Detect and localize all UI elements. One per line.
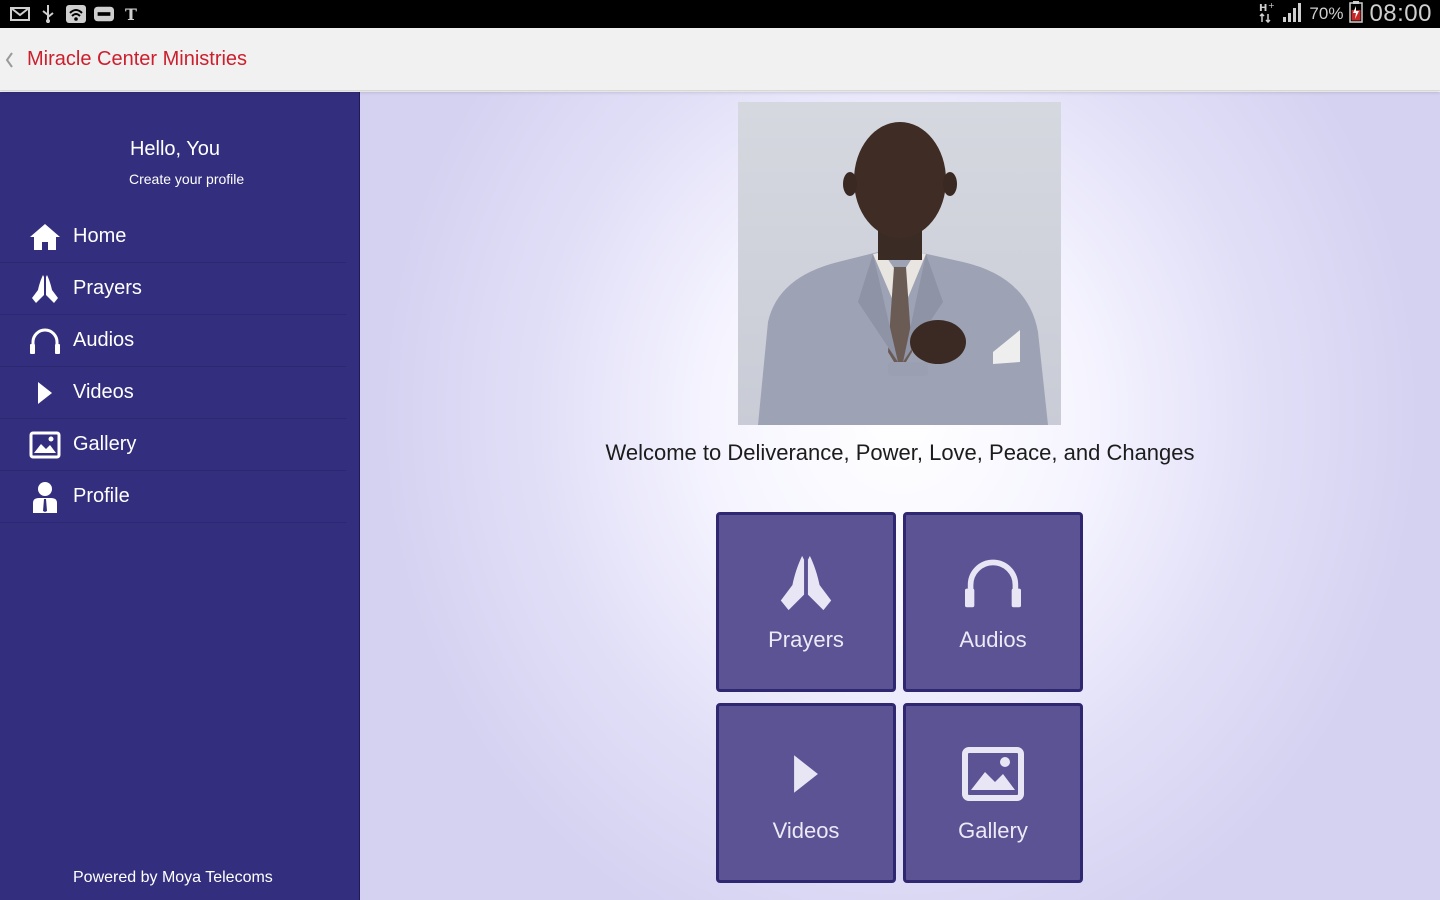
main-content: Welcome to Deliverance, Power, Love, Pea… [360, 92, 1440, 900]
network-type-icon: H + [1259, 1, 1275, 28]
battery-percent: 70% [1309, 4, 1344, 23]
tile-videos-button[interactable]: Videos [716, 703, 896, 883]
drawer-item-audios[interactable]: Audios [0, 315, 346, 367]
headphones-icon [906, 551, 1080, 615]
svg-text:H: H [1259, 3, 1267, 14]
status-notifications: T [10, 4, 142, 24]
image-icon [906, 742, 1080, 806]
tile-audios-button[interactable]: Audios [903, 512, 1083, 692]
status-system: H + 70% 08:00 [1259, 0, 1432, 28]
image-icon [28, 428, 62, 462]
drawer-item-label: Audios [73, 329, 135, 351]
svg-text:+: + [1268, 1, 1275, 10]
signal-icon [1281, 1, 1303, 28]
greeting-text: Hello, You [129, 138, 221, 160]
user-icon [28, 480, 62, 514]
drawer-item-label: Prayers [73, 277, 142, 299]
tile-label: Audios [959, 627, 1027, 652]
drawer-menu: Home Prayers Audios Videos Gallery Profi… [0, 211, 358, 523]
clock: 08:00 [1369, 0, 1432, 27]
welcome-text: Welcome to Deliverance, Power, Love, Pea… [605, 440, 1195, 465]
wifi-icon [66, 5, 86, 23]
create-profile-link[interactable]: Create your profile [129, 171, 244, 187]
drawer-item-gallery[interactable]: Gallery [0, 419, 346, 471]
navigation-drawer: Hello, You Create your profile Home Pray… [0, 92, 360, 900]
tile-prayers-button[interactable]: Prayers [716, 512, 896, 692]
action-bar: Miracle Center Ministries [0, 28, 1440, 91]
tile-label: Prayers [768, 627, 844, 652]
tile-label: Gallery [958, 818, 1028, 843]
tile-label: Videos [772, 818, 840, 843]
drawer-item-label: Videos [73, 381, 134, 403]
nyt-icon: T [122, 5, 142, 23]
battery-icon [1349, 0, 1364, 28]
play-icon [28, 376, 62, 410]
drawer-item-videos[interactable]: Videos [0, 367, 346, 419]
storage-icon [94, 5, 114, 23]
drawer-item-profile[interactable]: Profile [0, 471, 346, 523]
pastor-photo [738, 102, 1061, 425]
praying-hands-icon [28, 272, 62, 306]
headphones-icon [28, 324, 62, 358]
app-title[interactable]: Miracle Center Ministries [27, 48, 247, 71]
svg-text:T: T [125, 5, 137, 23]
drawer-item-label: Home [73, 225, 127, 247]
status-bar: T H + 70% 08:00 [0, 0, 1440, 28]
home-icon [28, 220, 62, 254]
drawer-item-home[interactable]: Home [0, 211, 346, 263]
drawer-item-label: Profile [73, 485, 130, 507]
powered-by-text: Powered by Moya Telecoms [73, 869, 273, 886]
tile-gallery-button[interactable]: Gallery [903, 703, 1083, 883]
mail-icon [10, 5, 30, 23]
usb-icon [38, 5, 58, 23]
praying-hands-icon [719, 551, 893, 615]
back-chevron-icon[interactable] [2, 46, 18, 74]
play-icon [719, 742, 893, 806]
drawer-item-prayers[interactable]: Prayers [0, 263, 346, 315]
drawer-item-label: Gallery [73, 433, 137, 455]
